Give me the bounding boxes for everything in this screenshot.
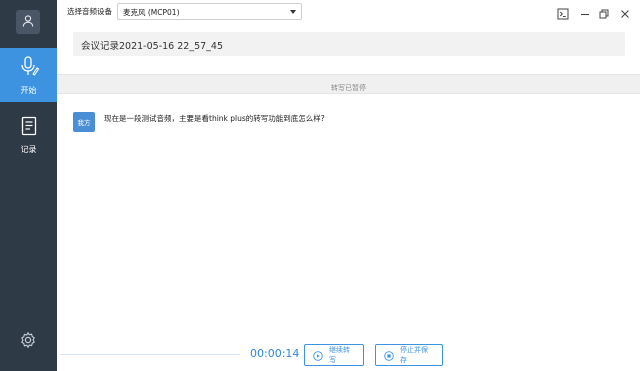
sidebar-item-start[interactable]: 开始	[0, 48, 57, 102]
audio-device-value: 麦克风 (MCP01)	[123, 8, 180, 17]
audio-device-select[interactable]: 麦克风 (MCP01)	[117, 3, 302, 20]
stop-and-save-label: 停止并保存	[400, 346, 428, 364]
speaker-badge: 我方	[73, 112, 95, 132]
sidebar-item-label: 记录	[20, 144, 37, 154]
microphone-pen-icon	[18, 55, 40, 81]
meeting-title-field[interactable]: 会议记录2021-05-16 22_57_45	[73, 32, 625, 56]
sidebar-item-label: 开始	[20, 85, 37, 95]
terminal-button[interactable]	[557, 5, 569, 20]
chevron-down-icon	[290, 10, 296, 14]
stop-and-save-button[interactable]: 停止并保存	[375, 344, 443, 366]
gear-icon	[19, 331, 37, 353]
user-icon	[21, 13, 35, 32]
stop-icon	[384, 346, 394, 365]
top-bar: 选择音频设备 麦克风 (MCP01)	[57, 0, 640, 24]
continue-transcription-label: 继续转写	[329, 346, 350, 364]
close-button[interactable]	[619, 5, 631, 18]
close-icon	[619, 5, 631, 24]
sidebar: 开始 记录	[0, 0, 57, 371]
transcription-status-bar: 转写已暂停	[57, 74, 640, 94]
minimize-button[interactable]	[579, 5, 591, 17]
minimize-icon	[579, 5, 591, 24]
timeline-bar	[60, 354, 240, 355]
app-window: 开始 记录 选择音频设备 麦克风 (MCP01) 会议记录2021-05-16 …	[0, 0, 640, 371]
sidebar-item-records[interactable]: 记录	[0, 108, 57, 162]
recording-timer: 00:00:14	[250, 347, 300, 360]
audio-device-label: 选择音频设备	[67, 7, 112, 16]
transcript-text: 现在是一段测试音频，主要是看think plus的转写功能到底怎么样?	[104, 114, 325, 123]
transcription-status-text: 转写已暂停	[331, 84, 366, 92]
play-icon	[313, 346, 323, 365]
meeting-title: 会议记录2021-05-16 22_57_45	[81, 41, 223, 52]
settings-button[interactable]	[19, 331, 37, 349]
terminal-icon	[557, 5, 569, 24]
notebook-icon	[20, 116, 38, 140]
restore-button[interactable]	[598, 5, 610, 19]
continue-transcription-button[interactable]: 继续转写	[304, 344, 364, 366]
restore-icon	[598, 5, 610, 24]
avatar[interactable]	[16, 10, 40, 34]
